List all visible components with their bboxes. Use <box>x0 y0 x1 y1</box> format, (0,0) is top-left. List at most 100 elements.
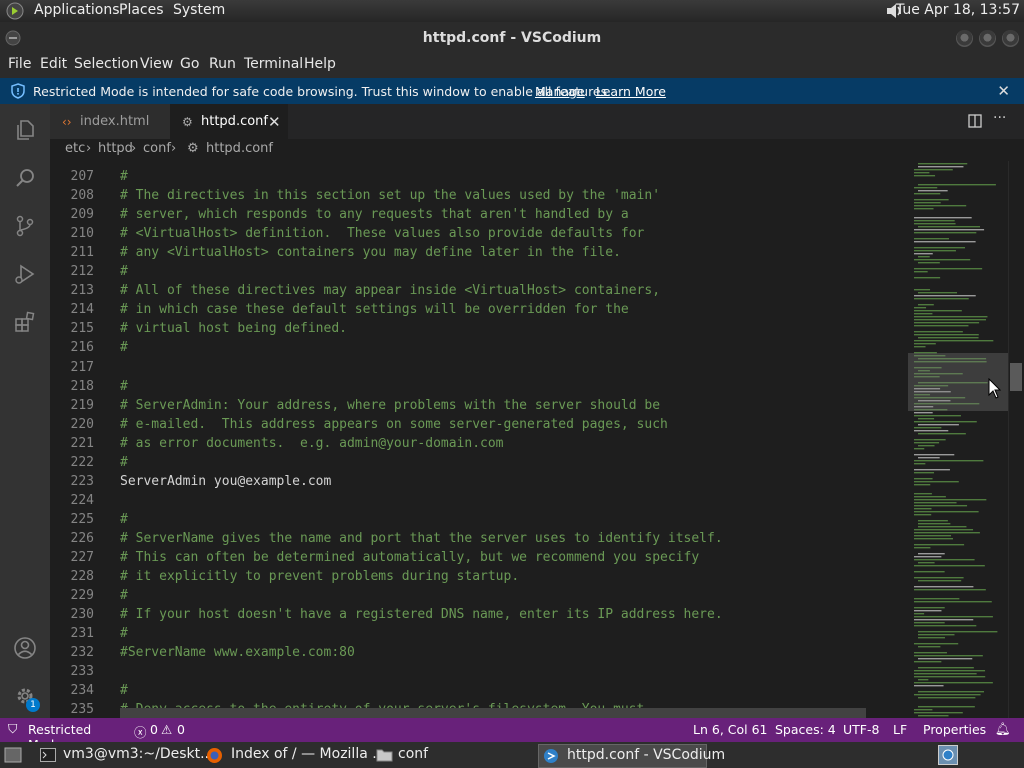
minimap-line <box>918 691 984 693</box>
menu-view[interactable]: View <box>140 56 173 72</box>
maximize-icon[interactable] <box>979 30 996 47</box>
menu-places[interactable]: Places <box>119 2 164 18</box>
close-window-icon[interactable] <box>1002 30 1019 47</box>
code-line[interactable]: # If your host doesn't have a registered… <box>120 607 723 622</box>
workspace-switcher-icon[interactable] <box>938 745 958 765</box>
code-line[interactable]: # ServerName gives the name and port tha… <box>120 531 723 546</box>
breadcrumb-file[interactable]: httpd.conf <box>206 141 273 156</box>
close-icon[interactable]: ✕ <box>997 82 1010 100</box>
end-of-line[interactable]: LF <box>893 722 907 737</box>
code-line[interactable]: # <box>120 626 128 641</box>
source-control-icon[interactable] <box>13 214 37 238</box>
vscodium-icon <box>544 749 558 763</box>
manage-link[interactable]: Manage <box>535 84 585 99</box>
code-line[interactable]: # as error documents. e.g. admin@your-do… <box>120 436 504 451</box>
tab-httpd-conf[interactable]: ⚙ httpd.conf ✕ <box>170 104 288 139</box>
horizontal-scrollbar[interactable] <box>120 708 866 718</box>
extensions-icon[interactable] <box>13 310 37 334</box>
account-icon[interactable] <box>13 636 37 660</box>
menu-selection[interactable]: Selection <box>74 56 139 72</box>
breadcrumb-httpd[interactable]: httpd <box>98 141 133 156</box>
split-editor-icon[interactable] <box>968 114 982 128</box>
window-titlebar[interactable]: httpd.conf - VSCodium <box>0 22 1024 53</box>
menu-go[interactable]: Go <box>180 56 199 72</box>
code-editor[interactable]: 207 #208 # The directives in this section … <box>50 161 906 718</box>
panel-clock[interactable]: Tue Apr 18, 13:57 <box>896 2 1020 18</box>
menu-terminal[interactable]: Terminal <box>244 56 303 72</box>
minimap-line <box>914 469 950 471</box>
menu-run[interactable]: Run <box>209 56 236 72</box>
task-vscodium[interactable]: httpd.conf - VSCodium <box>538 744 725 768</box>
task-terminal[interactable]: vm3@vm3:~/Deskt... <box>36 744 213 766</box>
menu-applications[interactable]: Applications <box>34 2 120 18</box>
task-folder-conf[interactable]: conf <box>373 744 533 766</box>
code-line[interactable]: # <box>120 683 128 698</box>
minimap-line <box>914 598 960 600</box>
menu-edit[interactable]: Edit <box>40 56 67 72</box>
more-actions-icon[interactable]: ··· <box>993 110 1006 126</box>
language-mode[interactable]: Properties <box>923 722 986 737</box>
menu-file[interactable]: File <box>8 56 31 72</box>
code-line[interactable]: # e-mailed. This address appears on some… <box>120 417 668 432</box>
code-line[interactable]: # <box>120 169 128 184</box>
code-line[interactable]: # any <VirtualHost> containers you may d… <box>120 245 621 260</box>
search-icon[interactable] <box>13 166 37 190</box>
breadcrumb-etc[interactable]: etc <box>65 141 85 156</box>
vertical-scrollbar[interactable] <box>1008 161 1024 718</box>
editor-tabs: ‹› index.html ⚙ httpd.conf ✕ ··· <box>50 104 1024 139</box>
task-label: vm3@vm3:~/Deskt... <box>63 746 214 762</box>
code-line[interactable]: # <box>120 379 128 394</box>
minimap-line <box>914 247 966 249</box>
minimap-line <box>918 424 959 426</box>
run-debug-icon[interactable] <box>13 262 37 286</box>
close-tab-icon[interactable]: ✕ <box>268 113 281 131</box>
top-panel: Applications Places System Tue Apr 18, 1… <box>0 0 1024 22</box>
code-line[interactable]: # This can often be determined automatic… <box>120 550 699 565</box>
shield-icon: ⛉ <box>8 721 18 736</box>
code-line[interactable]: ServerAdmin you@example.com <box>120 474 331 489</box>
code-line[interactable]: # <box>120 340 128 355</box>
minimap[interactable] <box>906 161 1008 718</box>
line-number: 235 <box>70 702 94 718</box>
terminal-icon <box>40 748 56 762</box>
minimap-line <box>918 580 962 582</box>
error-count[interactable]: 0 <box>150 722 158 737</box>
bell-icon[interactable]: 🔔︎ <box>995 721 1011 737</box>
warning-count[interactable]: 0 <box>177 722 185 737</box>
tab-index-html[interactable]: ‹› index.html <box>50 104 170 139</box>
explorer-icon[interactable] <box>13 118 37 142</box>
gnome-foot-icon[interactable] <box>6 2 24 20</box>
code-line[interactable]: # The directives in this section set up … <box>120 188 660 203</box>
code-line[interactable]: # <VirtualHost> definition. These values… <box>120 226 644 241</box>
code-line[interactable]: # All of these directives may appear ins… <box>120 283 660 298</box>
scrollbar-thumb[interactable] <box>1010 363 1022 391</box>
chevron-right-icon: › <box>171 141 177 156</box>
code-line[interactable]: # virtual host being defined. <box>120 321 347 336</box>
indentation[interactable]: Spaces: 4 <box>775 722 836 737</box>
breadcrumb-conf[interactable]: conf <box>143 141 171 156</box>
code-line[interactable]: #ServerName www.example.com:80 <box>120 645 355 660</box>
code-line[interactable]: # in which case these default settings w… <box>120 302 629 317</box>
error-icon[interactable]: ⓧ <box>134 722 147 741</box>
code-line[interactable]: # <box>120 512 128 527</box>
minimap-line <box>914 652 947 654</box>
minimap-line <box>914 271 928 273</box>
menu-system[interactable]: System <box>173 2 225 18</box>
restricted-mode-indicator[interactable]: ⛉ Restricted Mode <box>0 718 124 752</box>
encoding[interactable]: UTF-8 <box>843 722 879 737</box>
minimap-line <box>914 319 987 321</box>
code-line[interactable]: # <box>120 588 128 603</box>
code-line[interactable]: # ServerAdmin: Your address, where probl… <box>120 398 660 413</box>
menu-help[interactable]: Help <box>304 56 336 72</box>
cursor-position[interactable]: Ln 6, Col 61 <box>693 722 768 737</box>
code-line[interactable]: # server, which responds to any requests… <box>120 207 629 222</box>
code-line[interactable]: # it explicitly to prevent problems duri… <box>120 569 519 584</box>
code-line[interactable]: # <box>120 455 128 470</box>
warning-icon[interactable]: ⚠ <box>161 722 172 737</box>
minimize-icon[interactable] <box>956 30 973 47</box>
task-firefox[interactable]: Index of / — Mozilla ... <box>203 744 386 766</box>
code-line[interactable]: # <box>120 264 128 279</box>
learn-more-link[interactable]: Learn More <box>596 84 666 99</box>
shield-icon <box>11 83 25 99</box>
show-desktop-icon[interactable] <box>4 747 22 763</box>
